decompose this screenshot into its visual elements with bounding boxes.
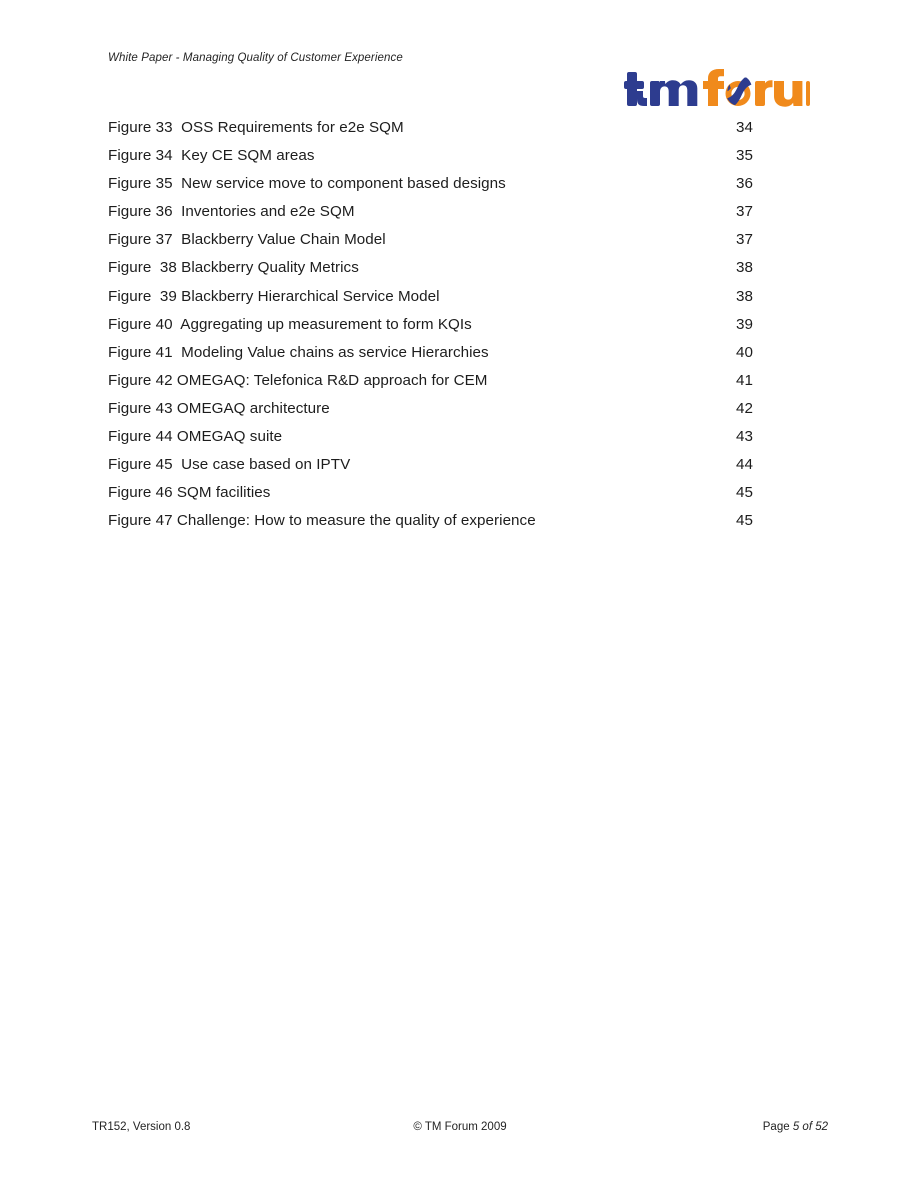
- figure-page-number: 38: [736, 287, 753, 305]
- figure-entry-40: Figure 40 Aggregating up measurement to …: [108, 311, 812, 339]
- document-page: White Paper - Managing Quality of Custom…: [0, 0, 920, 1191]
- figure-page-number: 34: [736, 119, 753, 136]
- page-footer: TR152, Version 0.8 © TM Forum 2009 Page …: [92, 1121, 828, 1139]
- figure-page-number: 44: [736, 456, 753, 474]
- figure-entry-46: Figure 46 SQM facilities 45: [108, 479, 812, 507]
- figure-page-number: 43: [736, 428, 753, 446]
- tmforum-logo-graphic: [624, 69, 810, 107]
- figure-page-number: 35: [736, 147, 753, 165]
- figure-caption: Figure 43 OMEGAQ architecture: [108, 399, 330, 417]
- figure-caption: Figure 37 Blackberry Value Chain Model: [108, 231, 386, 249]
- figure-caption: Figure 33 OSS Requirements for e2e SQM: [108, 119, 404, 136]
- figure-entry-37: Figure 37 Blackberry Value Chain Model 3…: [108, 226, 812, 254]
- list-of-figures: Figure 33 OSS Requirements for e2e SQM 3…: [108, 114, 812, 535]
- globe-icon: [725, 77, 752, 106]
- figure-entry-33: Figure 33 OSS Requirements for e2e SQM 3…: [108, 114, 812, 142]
- figure-caption: Figure 42 OMEGAQ: Telefonica R&D approac…: [108, 371, 488, 389]
- running-header-title: White Paper - Managing Quality of Custom…: [108, 52, 403, 64]
- figure-caption: Figure 41 Modeling Value chains as servi…: [108, 343, 489, 361]
- figure-entry-36: Figure 36 Inventories and e2e SQM 37: [108, 198, 812, 226]
- footer-copyright: © TM Forum 2009: [413, 1121, 507, 1133]
- figure-page-number: 37: [736, 203, 753, 221]
- figure-page-number: 40: [736, 343, 753, 361]
- figure-caption: Figure 44 OMEGAQ suite: [108, 428, 283, 446]
- figure-page-number: 37: [736, 231, 753, 249]
- figure-caption: Figure 34 Key CE SQM areas: [108, 147, 315, 165]
- figure-page-number: 41: [736, 371, 753, 389]
- figure-entry-44: Figure 44 OMEGAQ suite 43: [108, 423, 812, 451]
- figure-caption: Figure 47 Challenge: How to measure the …: [108, 512, 536, 530]
- figure-entry-45: Figure 45 Use case based on IPTV 44: [108, 451, 812, 479]
- figure-entry-38: Figure 38 Blackberry Quality Metrics 38: [108, 254, 812, 282]
- footer-page-numbers: 5 of 52: [792, 1121, 828, 1133]
- footer-page-indicator: Page 5 of 52: [763, 1121, 828, 1133]
- figure-page-number: 36: [736, 175, 753, 193]
- figure-entry-35: Figure 35 New service move to component …: [108, 170, 812, 198]
- figure-entry-42: Figure 42 OMEGAQ: Telefonica R&D approac…: [108, 367, 812, 395]
- figure-caption: Figure 45 Use case based on IPTV: [108, 456, 351, 474]
- figure-entry-39: Figure 39 Blackberry Hierarchical Servic…: [108, 283, 812, 311]
- figure-caption: Figure 39 Blackberry Hierarchical Servic…: [108, 287, 440, 305]
- figure-entry-41: Figure 41 Modeling Value chains as servi…: [108, 339, 812, 367]
- figure-caption: Figure 46 SQM facilities: [108, 484, 271, 502]
- figure-caption: Figure 38 Blackberry Quality Metrics: [108, 259, 359, 277]
- figure-caption: Figure 40 Aggregating up measurement to …: [108, 315, 472, 333]
- figure-caption: Figure 36 Inventories and e2e SQM: [108, 203, 355, 221]
- figure-page-number: 39: [736, 315, 753, 333]
- footer-page-word: Page: [762, 1121, 793, 1133]
- figure-entry-34: Figure 34 Key CE SQM areas 35: [108, 142, 812, 170]
- figure-entry-47: Figure 47 Challenge: How to measure the …: [108, 507, 812, 535]
- figure-page-number: 45: [736, 484, 753, 502]
- figure-page-number: 42: [736, 399, 753, 417]
- tmforum-logo: [624, 66, 810, 114]
- figure-page-number: 38: [736, 259, 753, 277]
- figure-page-number: 45: [736, 512, 753, 530]
- figure-entry-43: Figure 43 OMEGAQ architecture 42: [108, 395, 812, 423]
- figure-caption: Figure 35 New service move to component …: [108, 175, 506, 193]
